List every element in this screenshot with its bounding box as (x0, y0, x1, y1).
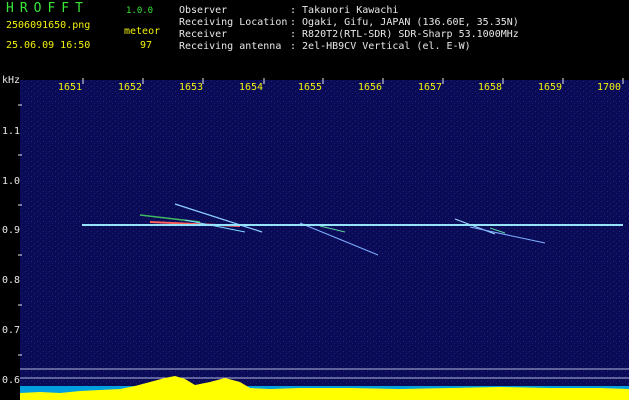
spectrogram: kHz 1651 1652 1653 1654 1655 1656 1657 1… (2, 75, 629, 400)
app-version: 1.0.0 (126, 6, 154, 16)
y-tick-label: 1.0 (2, 176, 20, 187)
header-panel: HROFFT 1.0.0 2506091650.png meteor 25.06… (0, 0, 629, 72)
receiver-value: : R820T2(RTL-SDR) SDR-Sharp 53.1000MHz (290, 29, 519, 40)
y-tick-label: 0.9 (2, 225, 20, 236)
x-tick-label: 1700 (597, 82, 621, 93)
y-tick-label: 0.8 (2, 275, 20, 286)
x-tick-label: 1656 (358, 82, 382, 93)
location-label: Receiving Location (179, 17, 288, 28)
x-tick-label: 1652 (118, 82, 142, 93)
y-tick-label: 0.6 (2, 375, 20, 386)
y-tick-label: 1.1 (2, 126, 20, 137)
x-tick-label: 1658 (478, 82, 502, 93)
x-tick-label: 1659 (538, 82, 562, 93)
spectrogram-area (20, 80, 629, 400)
app-logo: HROFFT (6, 1, 89, 16)
observer-value: : Takanori Kawachi (290, 5, 399, 16)
x-tick-label: 1654 (239, 82, 263, 93)
antenna-value: : 2el-HB9CV Vertical (el. E-W) (290, 41, 471, 52)
x-tick-label: 1653 (179, 82, 203, 93)
filename-label: 2506091650.png (6, 20, 91, 31)
y-unit-label: kHz (2, 75, 20, 86)
y-tick-label: 0.7 (2, 325, 20, 336)
x-tick-label: 1655 (298, 82, 322, 93)
location-value: : Ogaki, Gifu, JAPAN (136.60E, 35.35N) (290, 17, 519, 28)
meteor-count: 97 (140, 40, 153, 51)
antenna-label: Receiving antenna (179, 41, 282, 52)
observer-label: Observer (179, 5, 228, 16)
mode-label: meteor (124, 26, 161, 37)
x-tick-label: 1651 (58, 82, 82, 93)
y-tick-labels: 1.1 1.0 0.9 0.8 0.7 0.6 (2, 126, 20, 386)
datetime-label: 25.06.09 16:50 (6, 40, 91, 51)
x-tick-label: 1657 (418, 82, 442, 93)
receiver-label: Receiver (179, 29, 228, 40)
